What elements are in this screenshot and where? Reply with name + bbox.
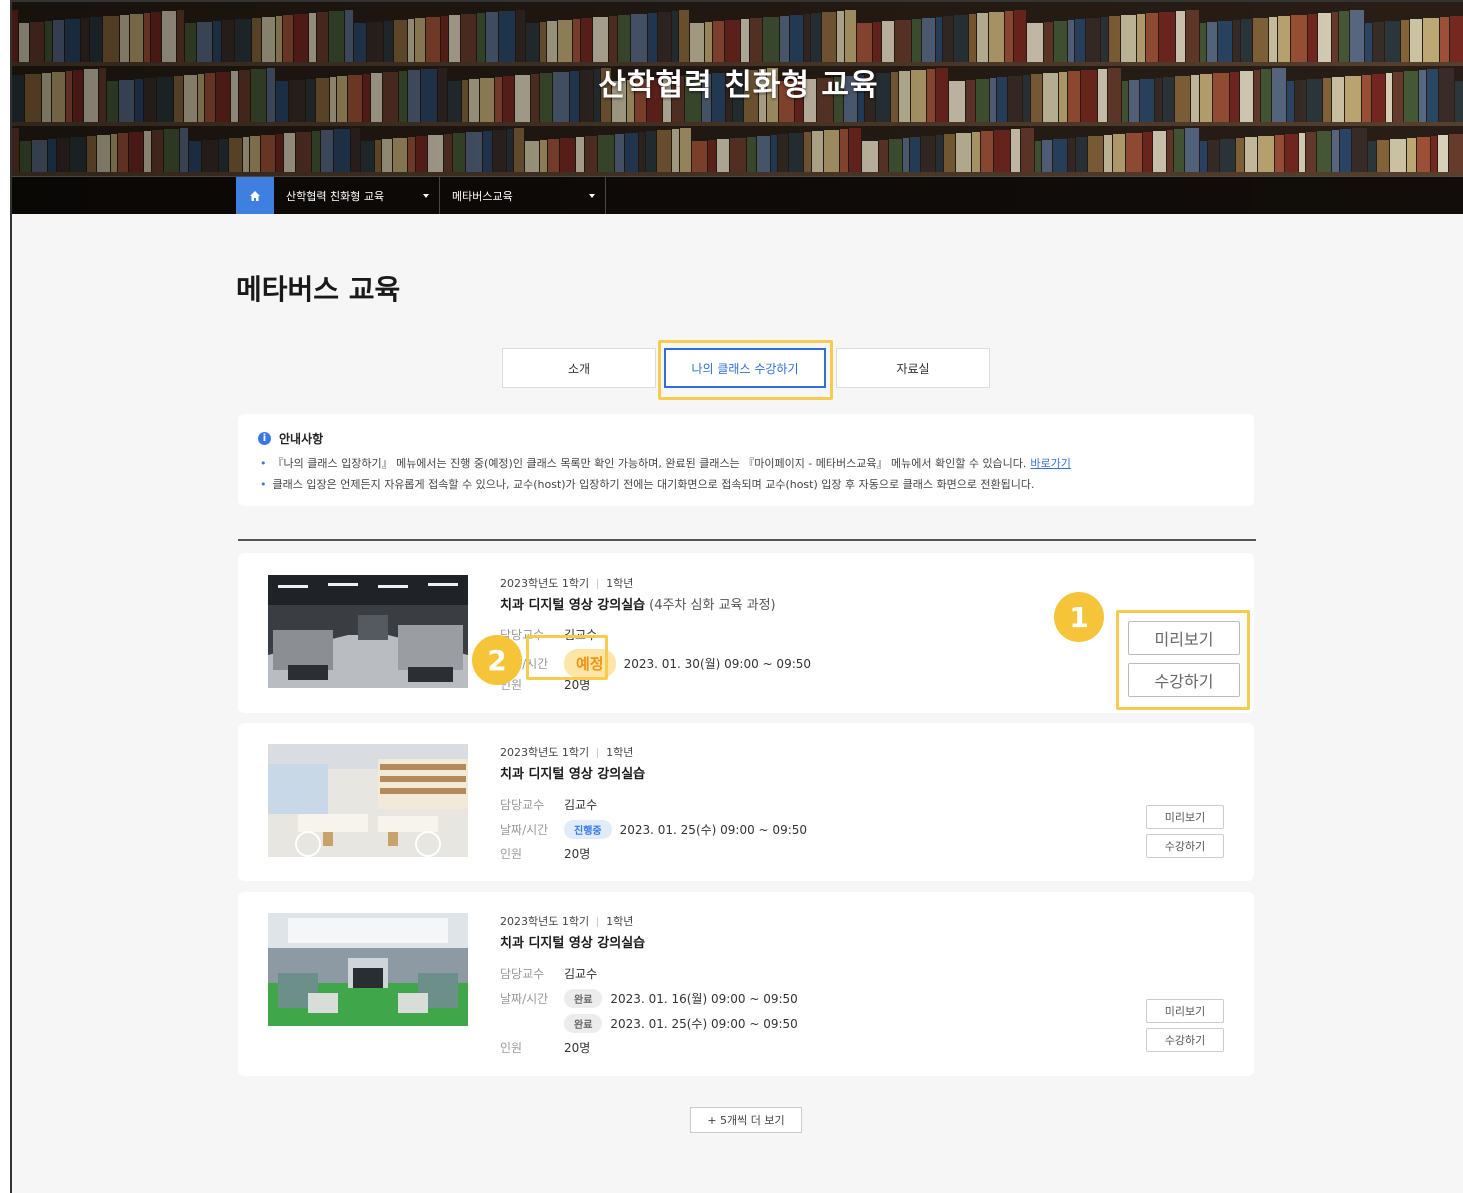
datetime-row: 날짜/시간 완료 2023. 01. 16(월) 09:00 ~ 09:50 [500,989,798,1008]
home-icon [250,191,260,201]
people-row: 인원 20명 [500,1039,590,1056]
notice-box: i 안내사항 • 『나의 클래스 입장하기』 메뉴에서는 진행 중(예정)인 클래… [238,414,1254,506]
home-button[interactable] [236,177,274,214]
datetime-value: 2023. 01. 25(수) 09:00 ~ 09:50 [610,1017,798,1031]
notice-line-2: • 클래스 입장은 언제든지 자유롭게 접속할 수 있으나, 교수(host)가 … [260,478,1035,491]
datetime-value: 2023. 01. 25(수) 09:00 ~ 09:50 [619,823,808,837]
chevron-down-icon [589,194,595,198]
preview-button[interactable]: 미리보기 [1146,805,1224,829]
professor-row: 담당교수 김교수 [500,965,597,982]
load-more-button[interactable]: + 5개씩 더 보기 [690,1107,802,1133]
professor-label: 담당교수 [500,798,545,812]
datetime-row: 날짜/시간 진행중 2023. 01. 25(수) 09:00 ~ 09:50 [500,820,807,839]
enroll-button-label: 수강하기 [1164,840,1206,853]
page-title: 메타버스 교육 [236,273,401,306]
people-label: 인원 [500,1041,523,1055]
professor-value: 김교수 [564,798,598,812]
people-value: 20명 [564,1041,591,1055]
hero-title: 산학협력 친화형 교육 [598,68,879,103]
semester-text: 2023학년도 1학기 [500,915,590,928]
datetime-value: 2023. 01. 30(월) 09:00 ~ 09:50 [623,657,812,671]
datetime-label: 날짜/시간 [500,823,549,837]
class-meta: 2023학년도 1학기 1학년 [500,744,633,760]
class-title-text: 치과 디지털 영상 강의실습 [500,598,646,613]
class-title: 치과 디지털 영상 강의실습 (4주차 심화 교육 과정) [500,594,776,613]
tab-highlight-box [658,340,833,400]
info-icon: i [258,432,271,445]
class-meta: 2023학년도 1학기 1학년 [500,575,633,591]
datetime-label: 날짜/시간 [500,992,549,1006]
class-thumbnail [268,744,468,857]
class-thumbnail [268,575,468,688]
professor-label: 담당교수 [500,967,545,981]
tab-resources-label: 자료실 [896,361,930,376]
tab-intro[interactable]: 소개 [502,348,656,388]
class-title-text: 치과 디지털 영상 강의실습 [500,936,646,951]
status-badge: 진행중 [564,820,612,839]
grade-text: 1학년 [606,746,634,759]
class-title-text: 치과 디지털 영상 강의실습 [500,767,646,782]
professor-row: 담당교수 김교수 [500,796,597,813]
datetime-row: 완료 2023. 01. 25(수) 09:00 ~ 09:50 [500,1014,798,1033]
page-frame: 산학협력 친화형 교육 산학협력 친화형 교육 메타버스교육 메타버스 교육 소… [10,0,1463,1193]
class-meta: 2023학년도 1학기 1학년 [500,913,633,929]
grade-text: 1학년 [606,915,634,928]
load-more-label: + 5개씩 더 보기 [707,1114,785,1127]
datetime-value: 2023. 01. 16(월) 09:00 ~ 09:50 [610,992,798,1006]
class-title: 치과 디지털 영상 강의실습 [500,932,645,951]
hero-banner: 산학협력 친화형 교육 산학협력 친화형 교육 메타버스교육 [12,2,1463,214]
nav-dropdown-program[interactable]: 산학협력 친화형 교육 [274,177,440,214]
semester-text: 2023학년도 1학기 [500,577,590,590]
nav-dropdown-menu[interactable]: 메타버스교육 [440,177,606,214]
breadcrumb-nav: 산학협력 친화형 교육 메타버스교육 [12,176,1463,214]
class-title: 치과 디지털 영상 강의실습 [500,763,645,782]
people-label: 인원 [500,847,523,861]
nav-dropdown-program-label: 산학협력 친화형 교육 [286,190,385,203]
class-subtitle-text: (4주차 심화 교육 과정) [649,598,776,613]
enroll-button[interactable]: 수강하기 [1146,834,1224,858]
status-highlight-box [526,635,608,680]
people-row: 인원 20명 [500,845,590,862]
tab-intro-label: 소개 [567,361,591,376]
chevron-down-icon [423,194,429,198]
status-badge: 완료 [564,1014,603,1033]
notice-heading-text: 안내사항 [279,432,324,446]
professor-value: 김교수 [564,967,598,981]
people-value: 20명 [564,847,591,861]
notice-line-2-text: 클래스 입장은 언제든지 자유롭게 접속할 수 있으나, 교수(host)가 입… [272,478,1035,491]
notice-line-1: • 『나의 클래스 입장하기』 메뉴에서는 진행 중(예정)인 클래스 목록만 확… [260,457,1071,470]
class-card: 2023학년도 1학기 1학년 치과 디지털 영상 강의실습 (4주차 심화 교육 … [238,553,1254,713]
preview-button[interactable]: 미리보기 [1146,999,1224,1023]
tab-resources[interactable]: 자료실 [836,348,990,388]
grade-text: 1학년 [606,577,634,590]
nav-dropdown-menu-label: 메타버스교육 [452,190,513,203]
class-thumbnail [268,913,468,1026]
class-card: 2023학년도 1학기 1학년 치과 디지털 영상 강의실습 담당교수 김교수 날짜… [238,723,1254,881]
enroll-button[interactable]: 수강하기 [1146,1028,1224,1052]
callout-number-1: 1 [1054,592,1104,642]
preview-button-label: 미리보기 [1164,1005,1206,1018]
buttons-highlight-box [1116,610,1250,710]
enroll-button-label: 수강하기 [1164,1034,1206,1047]
shortcut-link[interactable]: 바로가기 [1030,457,1070,470]
class-card: 2023학년도 1학기 1학년 치과 디지털 영상 강의실습 담당교수 김교수 날짜… [238,892,1254,1076]
status-badge: 완료 [564,989,603,1008]
notice-line-1-text: 『나의 클래스 입장하기』 메뉴에서는 진행 중(예정)인 클래스 목록만 확인… [272,457,1027,470]
preview-button-label: 미리보기 [1164,811,1206,824]
notice-heading: i 안내사항 [258,430,323,447]
list-divider [238,539,1256,541]
callout-number-2: 2 [472,635,522,685]
semester-text: 2023학년도 1학기 [500,746,590,759]
